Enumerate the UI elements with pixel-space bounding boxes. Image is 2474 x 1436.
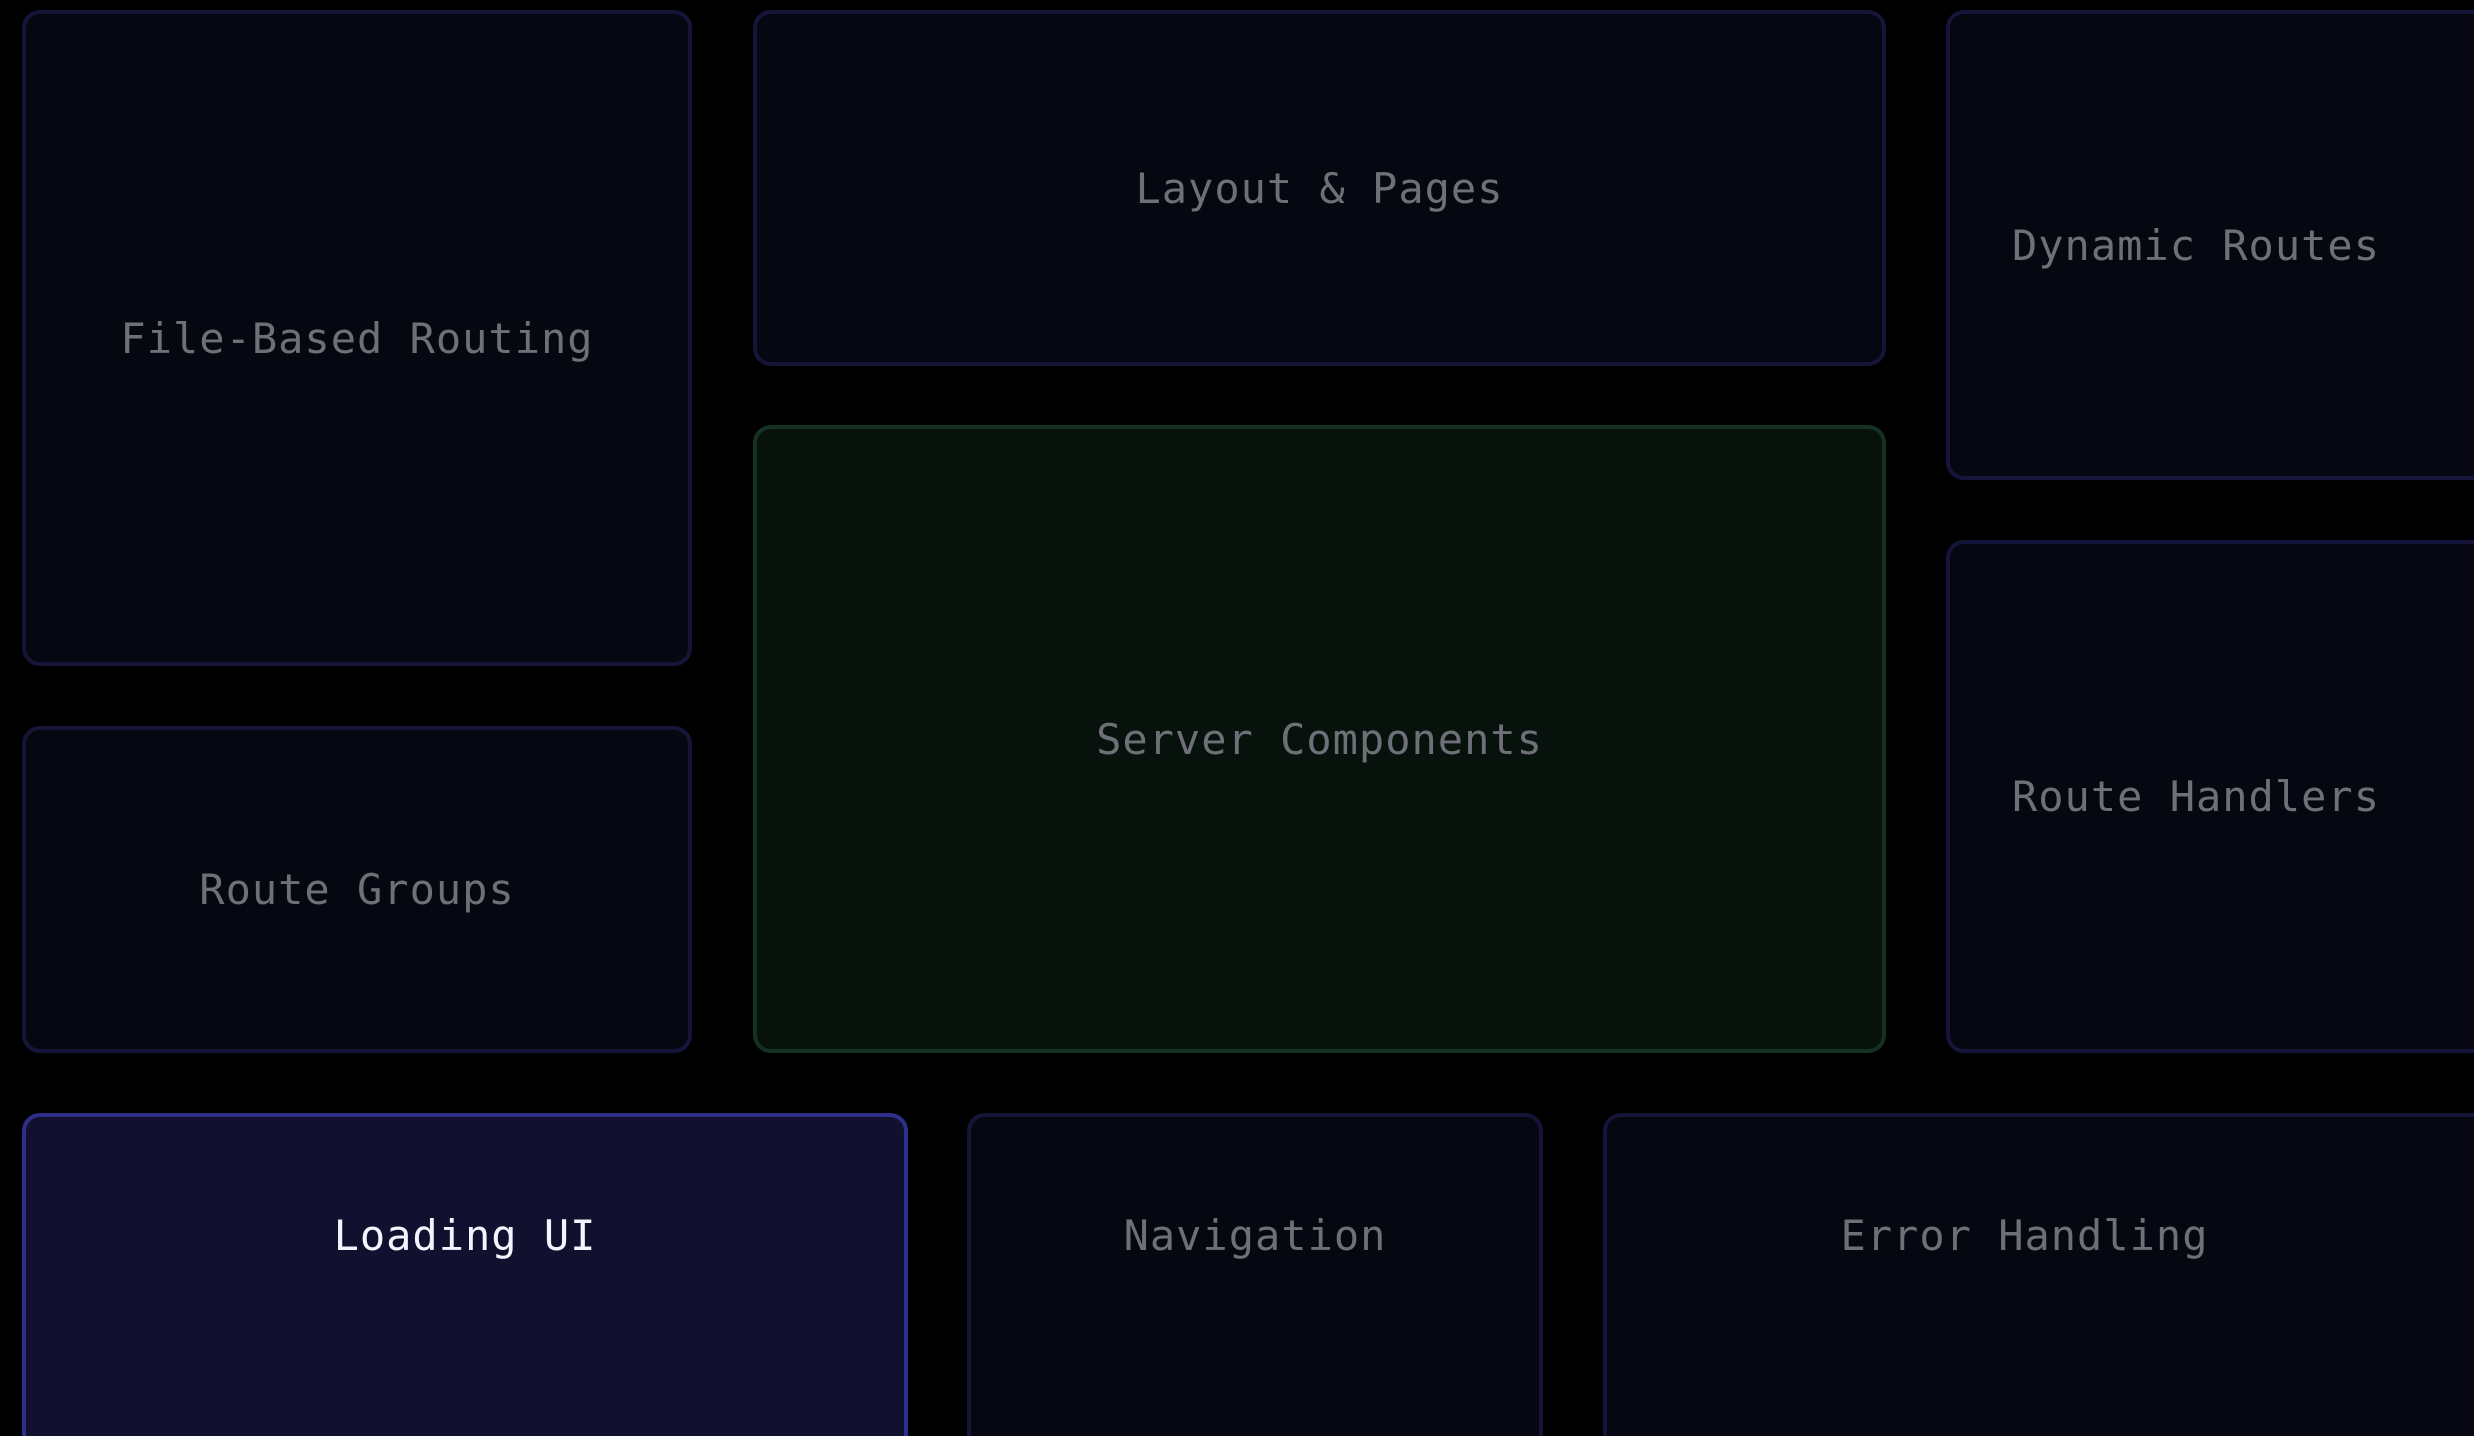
card-label: Layout & Pages [1135, 163, 1504, 213]
card-label: Loading UI [333, 1210, 597, 1260]
card-label: File-Based Routing [120, 313, 594, 363]
card-error-handling[interactable]: Error Handling [1603, 1113, 2474, 1436]
card-dynamic-routes[interactable]: Dynamic Routes [1946, 10, 2474, 480]
card-label: Dynamic Routes [2011, 220, 2380, 270]
card-server-components[interactable]: Server Components [753, 425, 1886, 1053]
card-file-based-routing[interactable]: File-Based Routing [22, 10, 692, 666]
card-label: Error Handling [1840, 1210, 2209, 1260]
card-loading-ui[interactable]: Loading UI [22, 1113, 908, 1436]
card-label: Route Groups [199, 865, 515, 914]
card-label: Navigation [1123, 1210, 1387, 1260]
card-route-groups[interactable]: Route Groups [22, 726, 692, 1053]
card-layout-pages[interactable]: Layout & Pages [753, 10, 1886, 366]
card-label: Server Components [1096, 714, 1543, 764]
card-navigation[interactable]: Navigation [967, 1113, 1543, 1436]
card-route-handlers[interactable]: Route Handlers [1946, 540, 2474, 1053]
card-label: Route Handlers [2011, 772, 2380, 821]
topic-grid: File-Based Routing Layout & Pages Dynami… [0, 0, 2474, 1436]
